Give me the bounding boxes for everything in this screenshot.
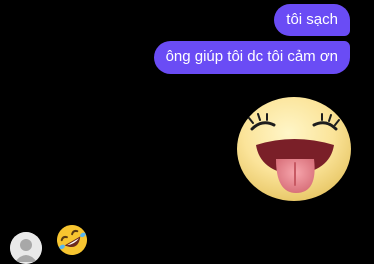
message-text: ông giúp tôi dc tôi cảm ơn [165, 48, 338, 65]
default-avatar-icon[interactable] [10, 232, 42, 264]
message-text: tôi sạch [286, 11, 338, 28]
message-bubble-outgoing[interactable]: tôi sạch [274, 4, 350, 36]
tongue-out-face-sticker[interactable] [232, 93, 352, 203]
message-bubble-outgoing[interactable]: ông giúp tôi dc tôi cảm ơn [153, 41, 350, 74]
chat-thread: tôi sạch ông giúp tôi dc tôi cảm ơn [0, 0, 374, 264]
rofl-emoji-icon[interactable] [55, 223, 89, 257]
